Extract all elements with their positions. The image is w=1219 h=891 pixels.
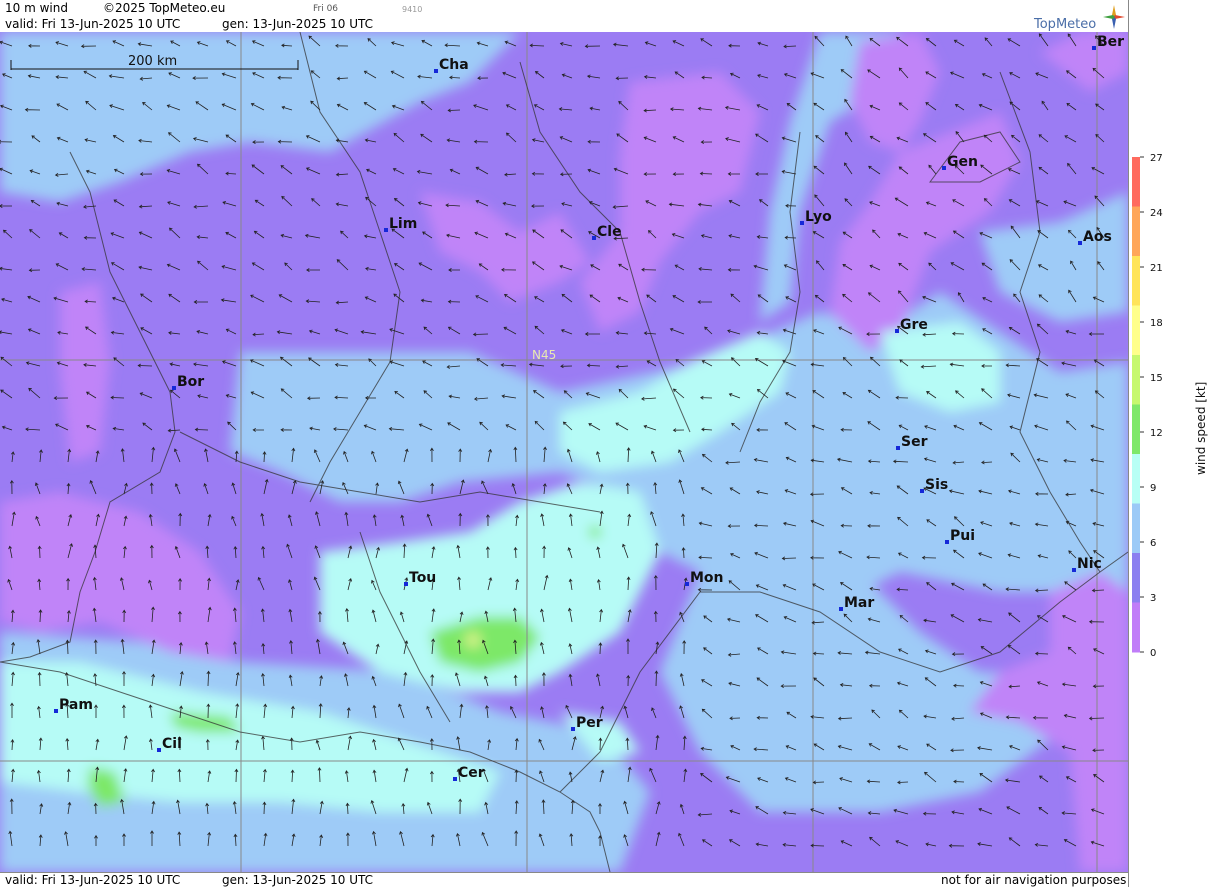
city-label-mar: Mar (844, 595, 874, 611)
legend-color-segment (1132, 454, 1140, 504)
city-label-bor: Bor (177, 374, 204, 390)
legend-tick-label: 21 (1150, 263, 1163, 274)
legend-tick-label: 27 (1150, 153, 1163, 164)
city-label-cha: Cha (439, 57, 469, 73)
legend-color-segment (1132, 256, 1140, 306)
city-marker-lyo[interactable] (800, 221, 804, 225)
legend-colorbar: 27 24 21 18 15 12 9 6 3 0 wind speed [kt] (1132, 153, 1208, 659)
generated-time: gen: 13-Jun-2025 10 UTC (222, 17, 374, 31)
legend-tick-label: 15 (1150, 373, 1163, 384)
valid-time: valid: Fri 13-Jun-2025 10 UTC (5, 17, 181, 31)
city-marker-pam[interactable] (54, 709, 58, 713)
scale-label: 200 km (128, 54, 177, 69)
legend-color-segment (1132, 305, 1140, 356)
logo-text: TopMeteo (1034, 17, 1097, 32)
city-label-mon: Mon (690, 570, 724, 586)
city-marker-pui[interactable] (945, 540, 949, 544)
city-label-lyo: Lyo (805, 209, 832, 225)
city-marker-cer[interactable] (453, 777, 457, 781)
legend-tick-label: 12 (1150, 428, 1163, 439)
legend-color-segment (1132, 503, 1140, 554)
city-marker-lim[interactable] (384, 228, 388, 232)
city-label-gre: Gre (900, 317, 928, 333)
city-marker-mon[interactable] (685, 582, 689, 586)
navigation-disclaimer: not for air navigation purposes (941, 873, 1127, 887)
legend-color-segment (1132, 206, 1140, 257)
copyright-text: ©2025 TopMeteo.eu (103, 1, 226, 15)
legend-tick-label: 0 (1150, 648, 1156, 659)
city-label-sis: Sis (925, 477, 948, 493)
city-marker-mar[interactable] (839, 607, 843, 611)
city-label-gen: Gen (947, 154, 978, 170)
city-label-cle: Cle (597, 224, 622, 240)
wind-map[interactable]: N45 200 km Ber Cha Gen Lim Cle Lyo Aos Gre Bor Se… (0, 32, 1128, 872)
product-title: 10 m wind (5, 1, 68, 15)
city-label-nic: Nic (1077, 556, 1102, 572)
legend-title: wind speed [kt] (1194, 382, 1208, 475)
city-marker-nic[interactable] (1072, 568, 1076, 572)
topmeteo-logo[interactable]: TopMeteo (1034, 4, 1126, 32)
city-marker-ber[interactable] (1092, 46, 1096, 50)
time-slot-label: Fri 06 (313, 4, 339, 14)
city-label-tou: Tou (409, 570, 436, 586)
run-code: 9410 (402, 5, 423, 14)
legend-color-segment (1132, 404, 1140, 455)
footer-bar: valid: Fri 13-Jun-2025 10 UTC gen: 13-Ju… (0, 872, 1128, 888)
legend-tick-label: 6 (1150, 538, 1156, 549)
legend-tick-label: 9 (1150, 483, 1156, 494)
header-bar: 10 m wind ©2025 TopMeteo.eu Fri 06 9410 … (0, 0, 1128, 32)
wind-speed-legend: 27 24 21 18 15 12 9 6 3 0 wind speed [kt] (1128, 0, 1219, 887)
city-marker-sis[interactable] (920, 489, 924, 493)
city-label-pui: Pui (950, 528, 975, 544)
city-marker-ser[interactable] (896, 446, 900, 450)
legend-color-segment (1132, 355, 1140, 405)
city-label-per: Per (576, 715, 603, 731)
footer-generated-time: gen: 13-Jun-2025 10 UTC (222, 873, 374, 887)
latitude-label: N45 (532, 348, 556, 362)
city-label-ser: Ser (901, 434, 928, 450)
city-marker-cil[interactable] (157, 748, 161, 752)
city-label-cil: Cil (162, 736, 182, 752)
legend-tick-label: 18 (1150, 318, 1163, 329)
wind-map-canvas: N45 200 km Ber Cha Gen Lim Cle Lyo Aos Gre Bor Se… (0, 32, 1128, 872)
city-marker-cle[interactable] (592, 236, 596, 240)
legend-tick-label: 3 (1150, 593, 1156, 604)
city-marker-tou[interactable] (404, 582, 408, 586)
compass-star-icon (1103, 5, 1125, 29)
city-label-aos: Aos (1083, 229, 1112, 245)
city-label-pam: Pam (59, 697, 93, 713)
legend-color-segment (1132, 553, 1140, 603)
city-label-ber: Ber (1097, 34, 1124, 50)
city-marker-aos[interactable] (1078, 241, 1082, 245)
city-marker-cha[interactable] (434, 69, 438, 73)
city-marker-per[interactable] (571, 727, 575, 731)
city-label-lim: Lim (389, 216, 417, 232)
city-marker-bor[interactable] (172, 386, 176, 390)
city-label-cer: Cer (458, 765, 485, 781)
city-marker-gen[interactable] (942, 166, 946, 170)
legend-color-segment (1132, 602, 1140, 653)
city-marker-gre[interactable] (895, 329, 899, 333)
legend-tick-label: 24 (1150, 208, 1163, 219)
legend-color-segment (1132, 157, 1140, 207)
footer-valid-time: valid: Fri 13-Jun-2025 10 UTC (5, 873, 181, 887)
